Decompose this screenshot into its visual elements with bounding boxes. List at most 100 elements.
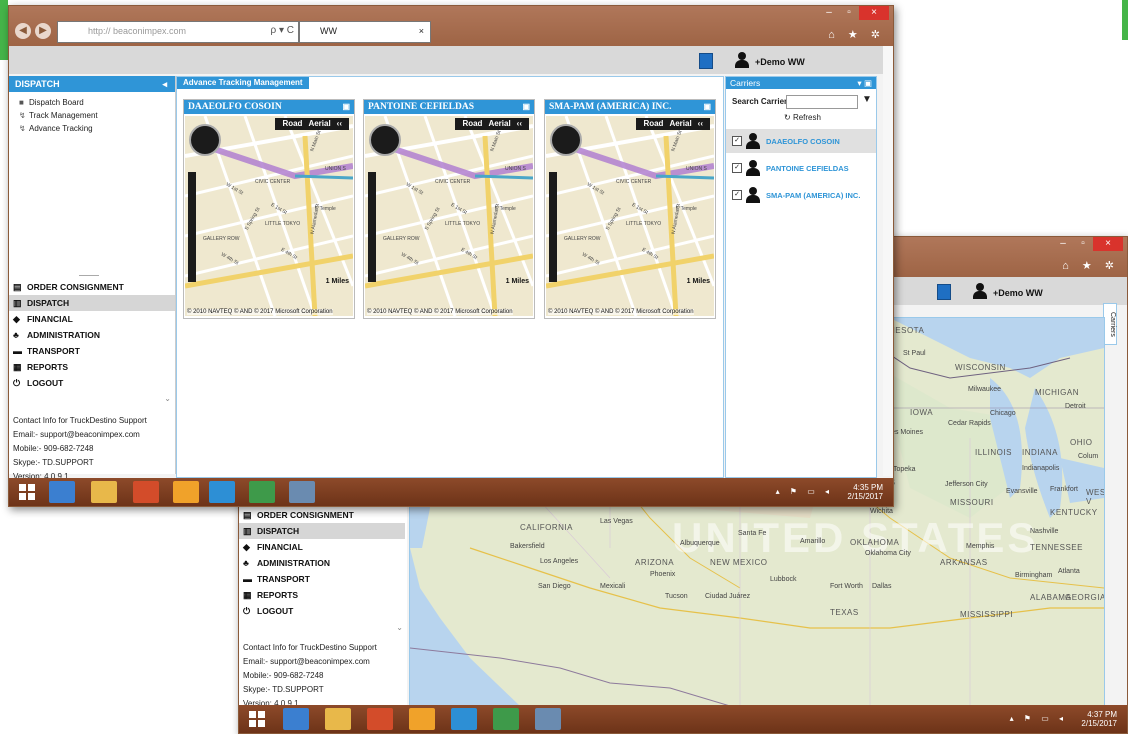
ie-taskbar-icon[interactable] <box>49 481 75 503</box>
close-button[interactable]: × <box>1093 237 1123 251</box>
nav-item-order-consignment[interactable]: ▤ ORDER CONSIGNMENT <box>239 507 405 523</box>
compass-icon[interactable] <box>550 124 582 156</box>
excel-taskbar-icon[interactable] <box>493 708 519 730</box>
back-button[interactable]: ◀ <box>15 23 31 39</box>
user-name[interactable]: +Demo WW <box>755 57 805 67</box>
carrier-card[interactable]: SMA-PAM (AMERICA) INC. ▣ CIVIC CENTER UNION… <box>544 99 716 319</box>
skype-taskbar-icon[interactable] <box>451 708 477 730</box>
minimize-button[interactable]: – <box>1053 237 1073 251</box>
nav-item-dispatch[interactable]: ▥ DISPATCH <box>9 295 175 311</box>
excel-taskbar-icon[interactable] <box>249 481 275 503</box>
explorer-taskbar-icon[interactable] <box>91 481 117 503</box>
tab-advance-tracking[interactable]: Advance Tracking Management <box>177 77 309 89</box>
tracking-map[interactable]: CIVIC CENTER UNION S LITTLE TOKYO GALLERY R… <box>185 116 353 316</box>
explorer-taskbar-icon[interactable] <box>325 708 351 730</box>
folder-taskbar-icon[interactable] <box>173 481 199 503</box>
start-button[interactable] <box>19 484 35 500</box>
carrier-name[interactable]: DAAEOLFO COSOIN <box>766 137 840 146</box>
sidebar-subitem[interactable]: ■ Dispatch Board <box>9 96 175 109</box>
compass-icon[interactable] <box>369 124 401 156</box>
tab-close-icon[interactable]: × <box>419 26 424 36</box>
carrier-row[interactable]: ✓ DAAEOLFO COSOIN <box>726 129 876 153</box>
splitter[interactable] <box>79 275 99 276</box>
map-type-aerial[interactable]: Aerial <box>669 119 691 128</box>
compass-icon[interactable] <box>189 124 221 156</box>
title-bar[interactable]: ◀ ▶ http:// beaconimpex.com ρ ▾ C WW × –… <box>9 6 893 46</box>
zoom-slider[interactable] <box>188 172 196 282</box>
sidebar-header[interactable]: DISPATCH ◂ <box>9 76 175 92</box>
nav-item-logout[interactable]: ⏻ LOGOUT <box>239 603 405 619</box>
map-type-toggle[interactable]: Road Aerial ‹‹ <box>455 118 529 130</box>
browser-tab[interactable]: WW × <box>299 21 431 43</box>
nav-item-administration[interactable]: ♣ ADMINISTRATION <box>239 555 405 571</box>
nav-item-reports[interactable]: ▦ REPORTS <box>239 587 405 603</box>
minimize-button[interactable]: – <box>819 6 839 20</box>
forward-button[interactable]: ▶ <box>35 23 51 39</box>
close-button[interactable]: × <box>859 6 889 20</box>
carrier-card[interactable]: DAAEOLFO COSOIN ▣ CIVIC CENTER UNION S LITTL… <box>183 99 355 319</box>
carrier-name[interactable]: PANTOINE CEFIELDAS <box>766 164 849 173</box>
address-icons[interactable]: ρ ▾ C <box>271 25 295 36</box>
ie-taskbar-icon[interactable] <box>283 708 309 730</box>
map-type-aerial-toggle[interactable]: ‹‹ <box>337 119 342 128</box>
tray-icons[interactable]: ▴ ⚑ ▭ ◂ <box>1010 714 1067 723</box>
nav-item-logout[interactable]: ⏻ LOGOUT <box>9 375 175 391</box>
collapse-marker[interactable]: ⌄ <box>164 394 171 403</box>
nav-item-financial[interactable]: ◆ FINANCIAL <box>239 539 405 555</box>
chrome-taskbar-icon[interactable] <box>367 708 393 730</box>
sidebar-subitem[interactable]: ↯ Track Management <box>9 109 175 122</box>
map-type-road[interactable]: Road <box>462 119 482 128</box>
calculator-icon[interactable] <box>699 53 713 69</box>
carrier-row[interactable]: ✓ PANTOINE CEFIELDAS <box>726 156 876 180</box>
user-name[interactable]: +Demo WW <box>993 288 1043 298</box>
nav-item-order-consignment[interactable]: ▤ ORDER CONSIGNMENT <box>9 279 175 295</box>
search-carrier-input[interactable] <box>786 95 858 109</box>
map-type-aerial-toggle[interactable]: ‹‹ <box>698 119 703 128</box>
nav-item-transport[interactable]: ▬ TRANSPORT <box>9 343 175 359</box>
start-button[interactable] <box>249 711 265 727</box>
browser-window-front[interactable]: ◀ ▶ http:// beaconimpex.com ρ ▾ C WW × –… <box>8 5 894 507</box>
carrier-checkbox[interactable]: ✓ <box>732 163 742 173</box>
maximize-button[interactable]: ▫ <box>839 6 859 20</box>
carrier-name[interactable]: SMA-PAM (AMERICA) INC. <box>766 191 860 200</box>
refresh-button[interactable]: ↻ Refresh <box>784 113 821 122</box>
app-taskbar-icon[interactable] <box>289 481 315 503</box>
nav-item-administration[interactable]: ♣ ADMINISTRATION <box>9 327 175 343</box>
clock[interactable]: 4:37 PM 2/15/2017 <box>1081 710 1117 728</box>
nav-item-transport[interactable]: ▬ TRANSPORT <box>239 571 405 587</box>
map-type-toggle[interactable]: Road Aerial ‹‹ <box>636 118 710 130</box>
tracking-map[interactable]: CIVIC CENTER UNION S LITTLE TOKYO GALLERY R… <box>365 116 533 316</box>
calculator-icon[interactable] <box>937 284 951 300</box>
carrier-row[interactable]: ✓ SMA-PAM (AMERICA) INC. <box>726 183 876 207</box>
map-type-road[interactable]: Road <box>282 119 302 128</box>
folder-taskbar-icon[interactable] <box>409 708 435 730</box>
collapse-arrow-icon[interactable]: ◂ <box>162 76 167 92</box>
maximize-button[interactable]: ▫ <box>1073 237 1093 251</box>
filter-icon[interactable]: ▼ <box>862 94 872 105</box>
collapse-marker[interactable]: ⌄ <box>396 623 403 632</box>
pin-icon[interactable]: ▾ ▣ <box>857 77 872 89</box>
vertical-scrollbar[interactable] <box>883 46 893 476</box>
map-type-toggle[interactable]: Road Aerial ‹‹ <box>275 118 349 130</box>
ie-toolbar-icons[interactable]: ⌂ ★ ✲ <box>1062 259 1119 272</box>
pin-icon[interactable]: ▣ <box>522 100 530 114</box>
address-bar[interactable]: http:// beaconimpex.com ρ ▾ C <box>57 21 299 43</box>
map-type-aerial[interactable]: Aerial <box>488 119 510 128</box>
nav-item-dispatch[interactable]: ▥ DISPATCH <box>239 523 405 539</box>
nav-item-reports[interactable]: ▦ REPORTS <box>9 359 175 375</box>
clock[interactable]: 4:35 PM 2/15/2017 <box>847 483 883 501</box>
tracking-map[interactable]: CIVIC CENTER UNION S LITTLE TOKYO GALLERY R… <box>546 116 714 316</box>
carrier-card[interactable]: PANTOINE CEFIELDAS ▣ CIVIC CENTER UNION S LI… <box>363 99 535 319</box>
carrier-checkbox[interactable]: ✓ <box>732 190 742 200</box>
zoom-slider[interactable] <box>368 172 376 282</box>
skype-taskbar-icon[interactable] <box>209 481 235 503</box>
chrome-taskbar-icon[interactable] <box>133 481 159 503</box>
sidebar-subitem[interactable]: ↯ Advance Tracking <box>9 122 175 135</box>
pin-icon[interactable]: ▣ <box>342 100 350 114</box>
carriers-side-tab[interactable]: Carriers <box>1103 303 1117 345</box>
map-type-aerial[interactable]: Aerial <box>308 119 330 128</box>
map-type-aerial-toggle[interactable]: ‹‹ <box>517 119 522 128</box>
pin-icon[interactable]: ▣ <box>703 100 711 114</box>
tray-icons[interactable]: ▴ ⚑ ▭ ◂ <box>776 487 833 496</box>
map-type-road[interactable]: Road <box>643 119 663 128</box>
